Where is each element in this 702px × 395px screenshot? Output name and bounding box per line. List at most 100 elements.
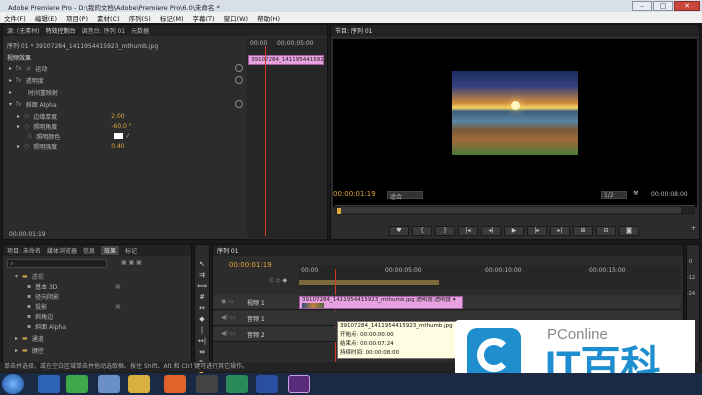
start-button[interactable] <box>2 374 24 394</box>
effect-mini-timeline[interactable]: 00:00 00:00:05:00 39107284_1411954415923… <box>247 38 327 238</box>
beach-sunset-image <box>452 71 578 155</box>
tab-source[interactable]: 源: (无素材) <box>7 26 40 35</box>
tree-folder-perspective[interactable]: ▾ ▬ 透视 <box>15 271 44 281</box>
resolution-select[interactable]: 1/2 <box>601 191 627 199</box>
tab-info[interactable]: 信息 <box>83 246 95 255</box>
folder-icon[interactable] <box>128 375 150 393</box>
effect-opacity[interactable]: ▸ fx 透明度 <box>9 75 245 85</box>
menu-edit[interactable]: 编辑(E) <box>35 13 57 23</box>
go-to-in-button[interactable]: |◂ <box>458 226 478 236</box>
wrench-icon[interactable]: ⚒ <box>633 190 638 197</box>
effects-search-input[interactable]: ⌕ <box>7 259 107 268</box>
player-icon[interactable] <box>226 375 248 393</box>
premiere-icon[interactable] <box>288 375 310 393</box>
firefox-icon[interactable] <box>164 375 186 393</box>
close-button[interactable]: ✕ <box>674 1 700 11</box>
tab-effects[interactable]: 效果 <box>100 246 119 255</box>
track-label-audio1: 音频 1 <box>247 316 265 323</box>
step-forward-button[interactable]: |▸ <box>527 226 547 236</box>
selection-tool-icon[interactable]: ↖ <box>197 259 207 270</box>
param-light-color: ◷ 照明颜色 ⁄ <box>27 132 129 141</box>
go-to-out-button[interactable]: ▸| <box>550 226 570 236</box>
minimize-button[interactable]: – <box>632 1 652 11</box>
menu-title[interactable]: 字幕(T) <box>193 13 215 23</box>
title-bar: Adobe Premiere Pro - D:\我的文档\Adobe\Premi… <box>0 0 702 12</box>
effect-time-remap[interactable]: ▸ 时间重映射 <box>9 87 245 97</box>
slide-tool-icon[interactable]: ⇹ <box>197 347 207 358</box>
tab-media-browser[interactable]: 媒体浏览器 <box>47 246 77 255</box>
timeline-clip-video[interactable]: 39107284_1411954415923_mthumb.jpg 透明度:透明… <box>299 296 463 309</box>
tree-folder-keying[interactable]: ▸ ▬ 键控 <box>15 345 44 355</box>
reset-icon[interactable] <box>235 64 243 72</box>
tab-program[interactable]: 节目: 序列 01 <box>335 26 372 35</box>
param-value[interactable]: 0.40 <box>111 143 124 150</box>
tree-item-drop-shadow[interactable]: ▪ 投影 ▣ <box>27 301 121 311</box>
tab-audio-mixer[interactable]: 调音台: 序列 01 <box>82 26 125 35</box>
add-button-icon[interactable]: + <box>691 225 696 232</box>
speaker-icon[interactable]: ◀) ▭ <box>221 314 236 321</box>
terminal-icon[interactable] <box>196 375 218 393</box>
menu-help[interactable]: 帮助(H) <box>257 13 280 23</box>
play-button[interactable]: ▶ <box>504 226 524 236</box>
program-scrubber[interactable] <box>335 205 695 215</box>
color-swatch[interactable] <box>114 133 124 139</box>
program-timecode[interactable]: 00:00:01:19 <box>333 190 376 198</box>
menu-marker[interactable]: 标记(M) <box>160 13 184 23</box>
effect-motion[interactable]: ▸ fx ▣ 运动 <box>9 63 245 73</box>
tree-item-bevel-edges[interactable]: ▪ 斜角边 <box>27 311 53 321</box>
tree-item-radial-shadow[interactable]: ▪ 径向阴影 <box>27 291 59 301</box>
speaker-icon[interactable]: ◀) ▭ <box>221 330 236 337</box>
snap-icon[interactable]: ⊂ ◇ ◆ <box>269 277 287 284</box>
mark-in-button[interactable]: { <box>412 226 432 236</box>
mark-out-button[interactable]: } <box>435 226 455 236</box>
work-area-bar[interactable] <box>299 280 439 285</box>
menu-clip[interactable]: 素材(C) <box>97 13 120 23</box>
maximize-button[interactable]: □ <box>653 1 673 11</box>
tree-folder-channel[interactable]: ▸ ▬ 通道 <box>15 333 44 343</box>
menu-window[interactable]: 窗口(W) <box>224 13 249 23</box>
tab-project[interactable]: 项目: 未命名 <box>7 246 41 255</box>
rate-stretch-tool-icon[interactable]: ↔ <box>197 303 207 314</box>
effect-bevel-alpha[interactable]: ▾ fx 斜面 Alpha <box>9 99 245 109</box>
camera-icon[interactable]: ◙ <box>619 226 639 236</box>
transport-controls: ♥ { } |◂ ◂| ▶ |▸ ▸| ⊞ ⊟ ◙ <box>389 226 639 236</box>
step-back-button[interactable]: ◂| <box>481 226 501 236</box>
tab-metadata[interactable]: 元数据 <box>131 26 149 35</box>
mini-clip[interactable]: 39107284_1411954415923_ <box>248 55 324 65</box>
slip-tool-icon[interactable]: |↔| <box>197 325 207 347</box>
menu-sequence[interactable]: 序列(S) <box>129 13 151 23</box>
tab-markers[interactable]: 标记 <box>125 246 137 255</box>
extract-button[interactable]: ⊟ <box>596 226 616 236</box>
track-select-tool-icon[interactable]: ⇉ <box>197 270 207 281</box>
reset-icon[interactable] <box>235 76 243 84</box>
360-icon[interactable] <box>66 375 88 393</box>
explorer-icon[interactable] <box>98 375 120 393</box>
photoshop-icon[interactable] <box>256 375 278 393</box>
effect-timecode[interactable]: 00:00:01:19 <box>9 231 46 238</box>
marker-button[interactable]: ♥ <box>389 226 409 236</box>
ie-icon[interactable] <box>38 375 60 393</box>
param-light-angle: ▸ ◷ 照明角度 -60.0 ° <box>17 122 132 131</box>
menu-file[interactable]: 文件(F) <box>4 13 26 23</box>
tab-effect-controls[interactable]: 特效控制台 <box>46 26 76 35</box>
db-24: -24 <box>687 291 696 297</box>
tab-sequence[interactable]: 序列 01 <box>217 246 239 255</box>
new-bin-icon[interactable]: ▣ ▣ ▣ <box>121 259 142 266</box>
time-ruler[interactable]: 00:00 00:00:05:00 00:00:10:00 00:00:15:0… <box>299 265 681 289</box>
tree-item-bevel-alpha[interactable]: ▪ 斜面 Alpha <box>27 321 66 331</box>
playhead-marker[interactable] <box>337 208 341 214</box>
eye-icon[interactable]: ◉ ▭ <box>221 298 234 305</box>
param-value[interactable]: -60.0 ° <box>111 123 131 130</box>
rolling-edit-tool-icon[interactable]: # <box>197 292 207 303</box>
ripple-edit-tool-icon[interactable]: ⟺ <box>197 281 207 292</box>
eyedropper-icon[interactable]: ⁄ <box>127 133 128 140</box>
mini-playhead[interactable] <box>265 46 266 236</box>
tree-item-basic3d[interactable]: ▪ 基本 3D ▣ <box>27 281 121 291</box>
reset-icon[interactable] <box>235 100 243 108</box>
razor-tool-icon[interactable]: ◆ <box>197 314 207 325</box>
lift-button[interactable]: ⊞ <box>573 226 593 236</box>
timeline-timecode[interactable]: 00:00:01:19 <box>229 261 272 269</box>
menu-project[interactable]: 项目(P) <box>66 13 88 23</box>
zoom-select[interactable]: 适合 <box>387 191 423 201</box>
param-value[interactable]: 2.00 <box>111 113 124 120</box>
